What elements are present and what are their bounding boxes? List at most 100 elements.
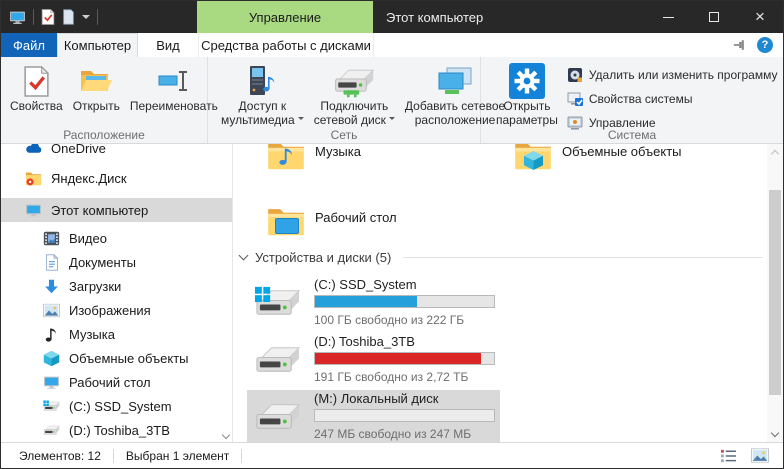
pictures-icon xyxy=(43,302,60,319)
collapse-chevron-icon[interactable] xyxy=(239,251,249,261)
help-icon[interactable]: ? xyxy=(757,37,773,53)
close-icon: × xyxy=(755,7,765,27)
media-access-button[interactable]: Доступ к мультимедиа xyxy=(216,60,309,130)
open-button[interactable]: Открыть xyxy=(68,60,125,116)
yandex-disk-icon xyxy=(25,170,42,187)
file-list-pane: Музыка Объемные объекты Рабочий стол Уст… xyxy=(234,144,767,442)
sidebar-item-yandex-disk[interactable]: Яндекс.Диск xyxy=(1,166,232,190)
uninstall-program-icon xyxy=(567,67,583,83)
section-divider xyxy=(403,257,763,258)
capacity-bar-fill xyxy=(315,353,481,364)
sidebar-item-pictures[interactable]: Изображения xyxy=(1,298,232,322)
thumbnails-view-button[interactable] xyxy=(751,448,769,464)
open-folder-icon xyxy=(79,67,113,95)
rename-icon xyxy=(157,68,191,94)
sidebar-item-onedrive[interactable]: OneDrive xyxy=(1,144,232,160)
status-bar: Элементов: 12 Выбран 1 элемент xyxy=(1,442,783,468)
qat-customize-chevron-icon[interactable] xyxy=(82,15,90,23)
sidebar-item-video[interactable]: Видео xyxy=(1,226,232,250)
video-icon xyxy=(43,230,60,247)
app-this-pc-icon xyxy=(9,9,26,26)
drive-tile-d[interactable]: (D:) Toshiba_3TB 191 ГБ свободно из 2,72… xyxy=(247,333,500,388)
minimize-button[interactable] xyxy=(645,1,691,33)
folder-tile-music[interactable]: Музыка xyxy=(267,144,514,194)
two-monitors-icon xyxy=(437,66,473,96)
3d-cube-icon xyxy=(523,150,544,171)
properties-icon xyxy=(23,66,50,97)
media-server-icon xyxy=(245,64,279,98)
status-divider xyxy=(241,449,242,463)
ribbon-tab-row: Файл Компьютер Вид Средства работы с дис… xyxy=(1,33,783,57)
explorer-window: Управление Этот компьютер × Файл Компьют… xyxy=(0,0,784,469)
sidebar-item-music[interactable]: Музыка xyxy=(1,322,232,346)
drive-icon xyxy=(254,342,301,379)
minimize-icon xyxy=(663,17,674,18)
system-drive-icon xyxy=(254,285,301,322)
status-divider xyxy=(113,449,114,463)
documents-icon xyxy=(43,254,60,271)
capacity-bar xyxy=(314,409,495,422)
chevron-up-icon xyxy=(771,149,779,157)
desktop-screen-icon xyxy=(275,218,299,234)
ribbon-group-location: Свойства Открыть Переименовать Расположе… xyxy=(1,57,208,143)
sidebar-item-this-pc[interactable]: Этот компьютер xyxy=(1,198,232,222)
qat-separator xyxy=(97,9,98,25)
details-view-button[interactable] xyxy=(719,448,737,464)
sidebar-item-desktop[interactable]: Рабочий стол xyxy=(1,370,232,394)
scrollbar-thumb[interactable] xyxy=(769,190,781,395)
drive-tile-c[interactable]: (C:) SSD_System 100 ГБ свободно из 222 Г… xyxy=(247,276,500,331)
open-settings-button[interactable]: Открыть параметры xyxy=(491,60,563,130)
scroll-down-button[interactable] xyxy=(767,426,783,442)
group-label-network: Сеть xyxy=(208,128,480,142)
tab-computer[interactable]: Компьютер xyxy=(57,33,138,57)
group-label-system: Система xyxy=(481,128,783,142)
titlebar: Управление Этот компьютер × xyxy=(1,1,783,33)
desktop-icon xyxy=(43,374,60,391)
qat-new-item-icon[interactable] xyxy=(62,9,75,25)
capacity-bar xyxy=(314,352,495,365)
items-count: Элементов: 12 xyxy=(19,449,101,463)
vertical-scrollbar[interactable] xyxy=(767,144,783,442)
music-note-icon xyxy=(278,145,295,167)
system-properties-button[interactable]: Свойства системы xyxy=(567,90,778,108)
tab-disk-tools[interactable]: Средства работы с дисками xyxy=(198,33,374,57)
group-label-location: Расположение xyxy=(1,128,207,142)
system-drive-icon xyxy=(43,398,60,415)
drive-icon xyxy=(254,399,301,436)
pin-ribbon-icon[interactable] xyxy=(733,38,747,52)
contextual-tab-group-header[interactable]: Управление xyxy=(197,1,373,33)
ribbon-group-network: Доступ к мультимедиа Подключить сетевой … xyxy=(208,57,481,143)
dropdown-arrow-icon xyxy=(389,117,395,123)
qat-properties-icon[interactable] xyxy=(41,9,55,25)
properties-button[interactable]: Свойства xyxy=(5,60,68,116)
maximize-icon xyxy=(709,12,719,22)
sidebar-item-downloads[interactable]: Загрузки xyxy=(1,274,232,298)
dropdown-arrow-icon xyxy=(298,117,304,123)
sidebar-item-drive-c[interactable]: (C:) SSD_System xyxy=(1,394,232,418)
thumbnails-view-icon xyxy=(751,448,769,463)
details-view-icon xyxy=(720,448,737,463)
chevron-down-icon xyxy=(771,428,779,436)
tab-view[interactable]: Вид xyxy=(138,33,198,57)
window-title: Этот компьютер xyxy=(386,1,483,33)
scroll-up-button[interactable] xyxy=(767,144,783,160)
drive-tile-m[interactable]: (M:) Локальный диск 247 МБ свободно из 2… xyxy=(247,390,500,442)
maximize-button[interactable] xyxy=(691,1,737,33)
sidebar-item-documents[interactable]: Документы xyxy=(1,250,232,274)
ribbon: Свойства Открыть Переименовать Расположе… xyxy=(1,57,783,144)
folder-tile-3d-objects[interactable]: Объемные объекты xyxy=(514,144,761,194)
tab-file[interactable]: Файл xyxy=(1,33,57,57)
window-controls: × xyxy=(645,1,783,33)
onedrive-cloud-icon xyxy=(25,144,42,157)
drives-section-header[interactable]: Устройства и диски (5) xyxy=(240,250,763,265)
main-area: OneDrive Яндекс.Диск Этот компьютер Виде… xyxy=(1,144,783,442)
quick-access-toolbar xyxy=(9,1,98,33)
sidebar-item-drive-d[interactable]: (D:) Toshiba_3TB xyxy=(1,418,232,442)
sidebar-item-3d-objects[interactable]: Объемные объекты xyxy=(1,346,232,370)
uninstall-program-button[interactable]: Удалить или изменить программу xyxy=(567,66,778,84)
capacity-bar-fill xyxy=(315,296,417,307)
drive-icon xyxy=(43,422,60,439)
close-button[interactable]: × xyxy=(737,1,783,33)
music-note-icon xyxy=(43,326,60,343)
map-network-drive-button[interactable]: Подключить сетевой диск xyxy=(309,60,400,130)
